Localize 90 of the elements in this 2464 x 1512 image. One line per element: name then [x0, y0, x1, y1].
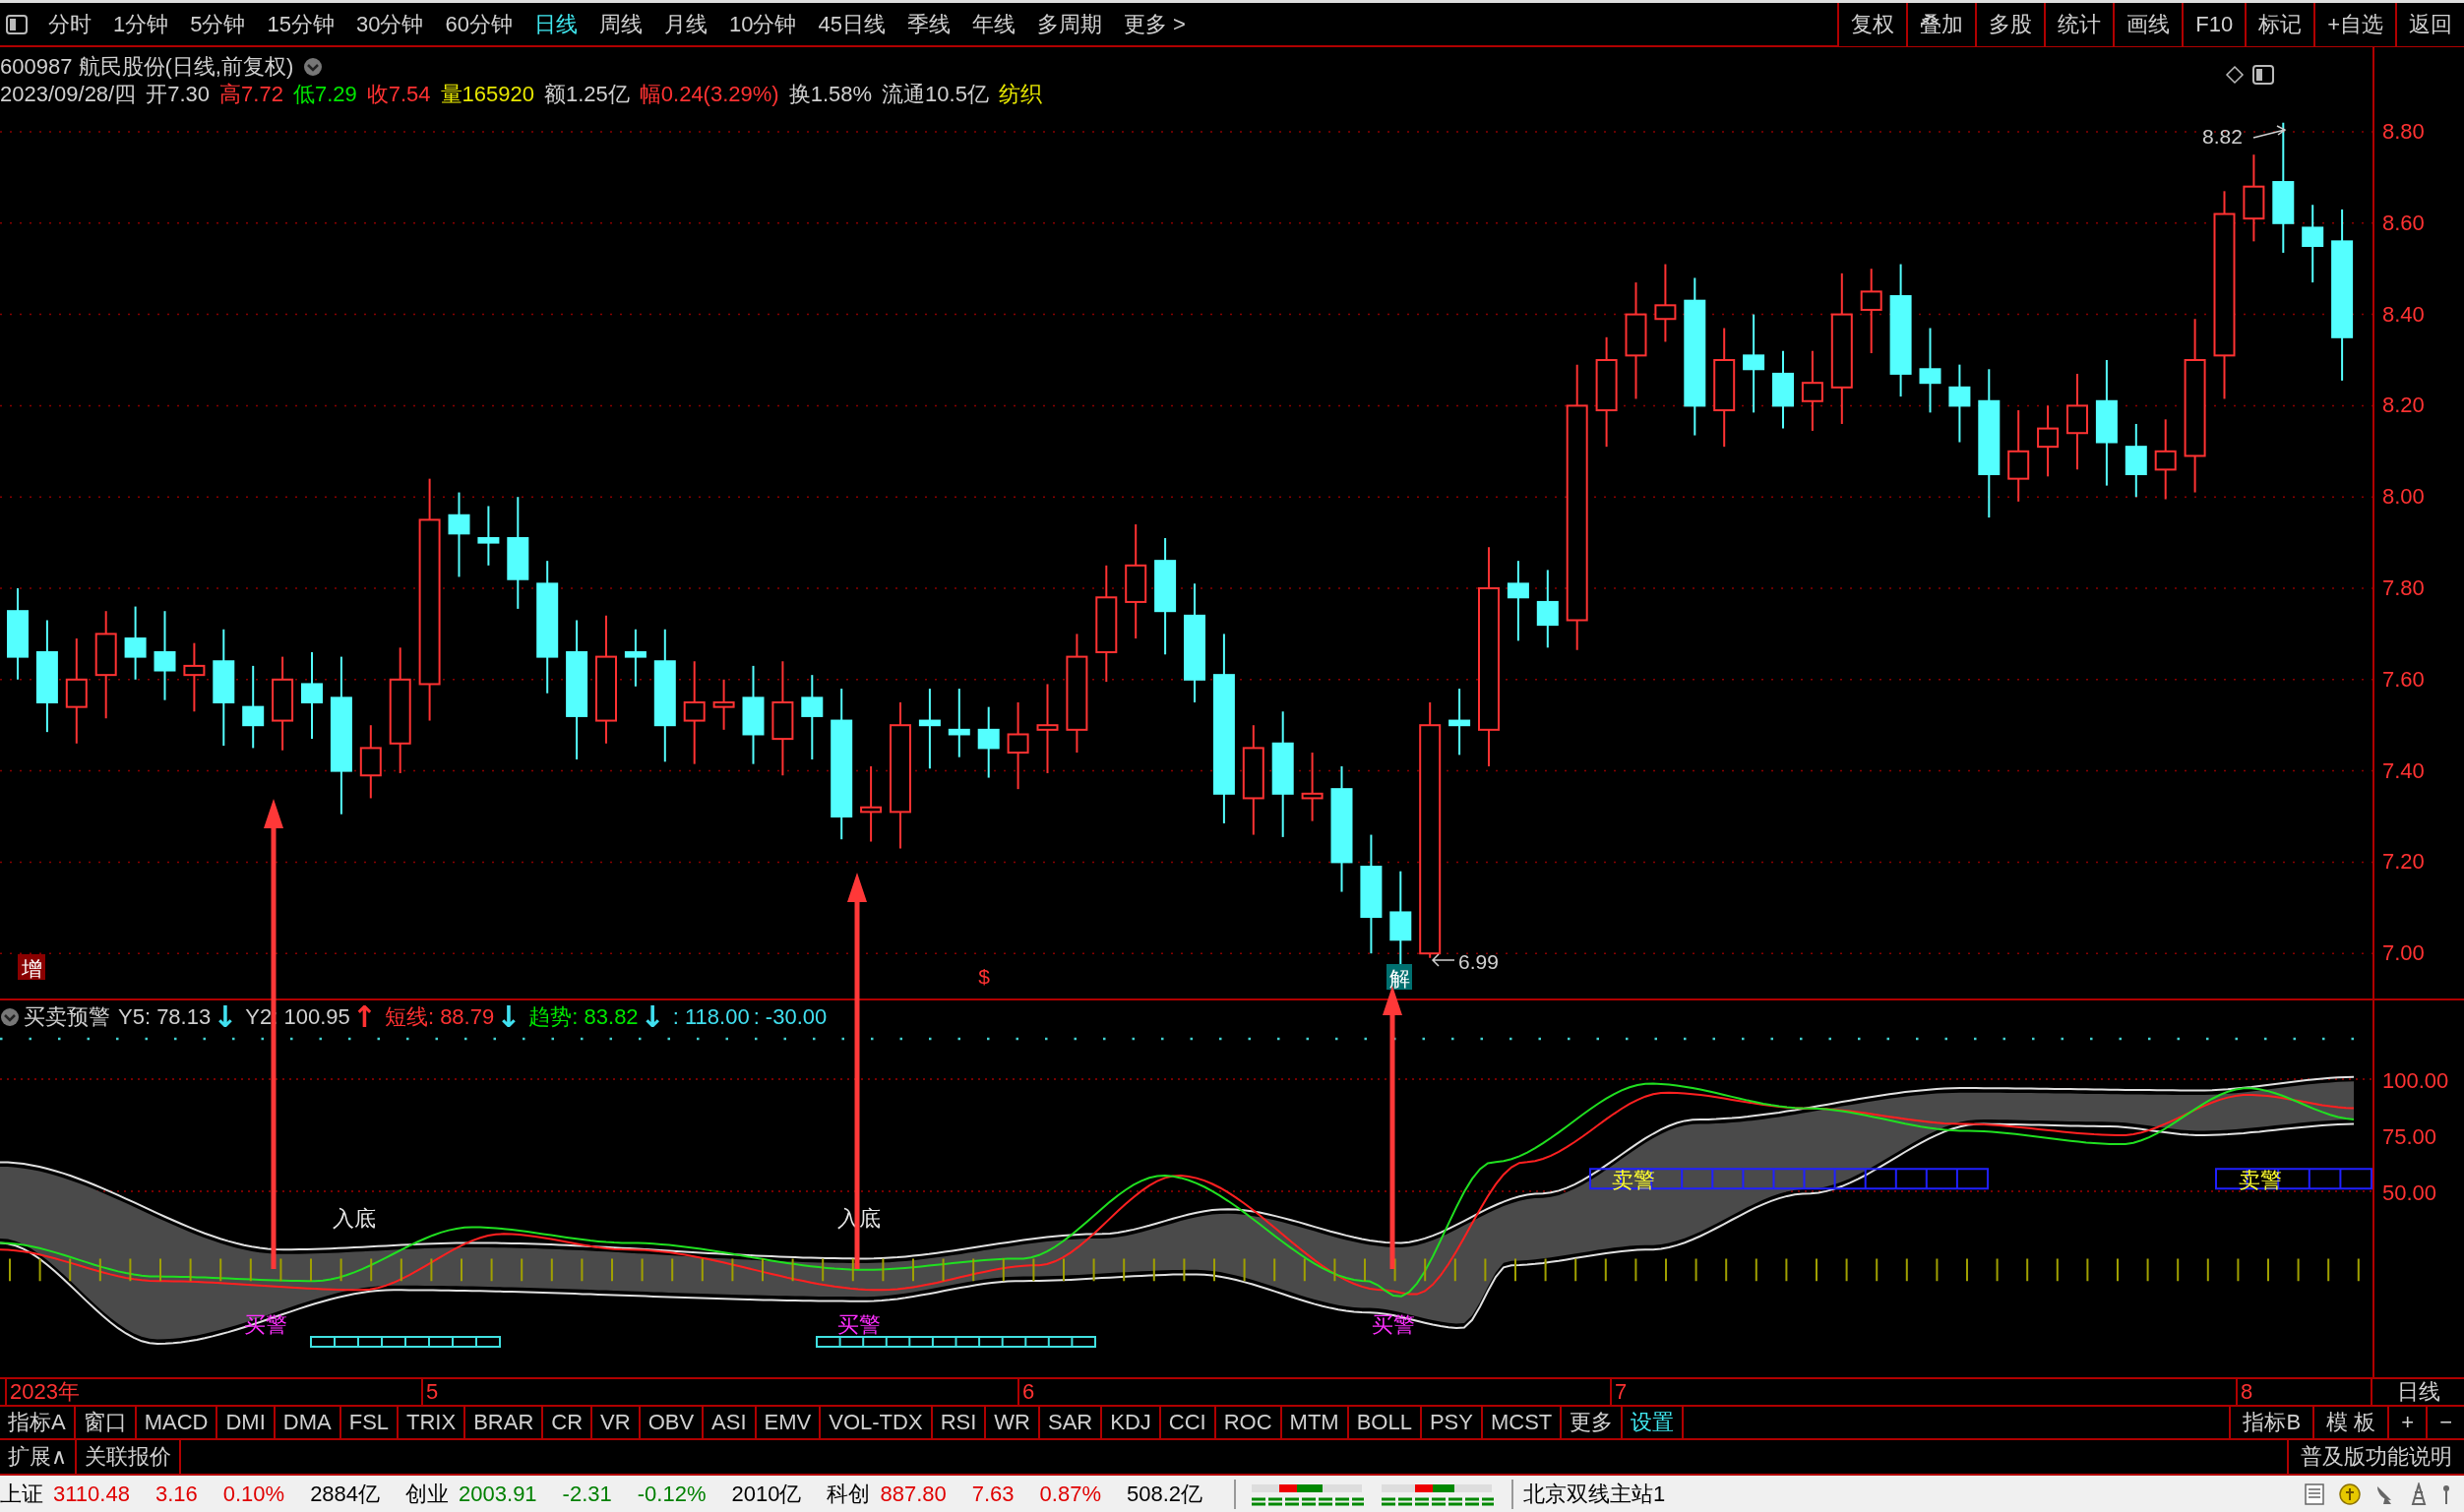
date-label: 2023年	[5, 1379, 80, 1405]
date-label: 8	[2236, 1379, 2253, 1405]
date-label: 6	[1017, 1379, 1035, 1405]
coin-icon[interactable]	[2338, 1482, 2362, 1506]
quote-field: 开7.30	[146, 80, 211, 109]
market-index-value: -2.31	[562, 1481, 612, 1507]
indicator-name: 买卖预警	[24, 1002, 110, 1031]
market-index-value: 0.10%	[222, 1481, 285, 1507]
price-axis-label: 7.40	[2382, 757, 2425, 784]
candlestick	[477, 505, 500, 567]
toolbar-button[interactable]: 统计	[2044, 2, 2114, 46]
market-index-value: 3.16	[154, 1481, 198, 1507]
price-axis-label: 8.00	[2382, 484, 2425, 511]
signal-label: 买警	[1372, 1312, 1415, 1337]
market-index-value: 887.80	[880, 1481, 947, 1507]
price-axis-label: 8.80	[2382, 119, 2425, 145]
candlestick	[624, 628, 647, 688]
panel-toggle-icon[interactable]	[2252, 65, 2274, 85]
signal-label: 买警	[837, 1312, 881, 1337]
market-index-value: 2003.91	[459, 1481, 537, 1507]
signal-label: 入底	[333, 1206, 376, 1231]
market-index-value: 创业	[405, 1480, 450, 1508]
quote-field: 高7.72	[219, 80, 283, 109]
indicator-axis-label: 100.00	[2382, 1068, 2449, 1094]
indicator-value: 短线: 88.79	[384, 1002, 495, 1031]
date-label: 7	[1610, 1379, 1628, 1405]
quote-field: 量165920	[440, 80, 534, 109]
market-index-value: 2884亿	[310, 1480, 381, 1508]
chevron-down-icon[interactable]	[303, 57, 324, 77]
toolbar-button[interactable]: 画线	[2113, 2, 2183, 46]
market-index-value: 7.63	[971, 1481, 1015, 1507]
price-axis-label: 8.60	[2382, 210, 2425, 236]
stock-title: 600987 航民股份(日线,前复权)	[0, 53, 294, 81]
candlestick	[1448, 688, 1471, 756]
quote-field: 低7.29	[292, 80, 357, 109]
indicator-value: : -30.00	[753, 1003, 828, 1030]
price-axis-label: 8.40	[2382, 301, 2425, 328]
toolbar-button[interactable]: 叠加	[1906, 2, 1976, 46]
server-name: 北京双线主站1	[1523, 1480, 1666, 1508]
market-index-value: 上证	[0, 1480, 43, 1508]
trend-arrow: ↓	[213, 1001, 238, 1032]
period-label: 日线	[2396, 1378, 2440, 1406]
indicator-value: Y5: 78.13	[118, 1003, 212, 1030]
market-index-value: 0.87%	[1039, 1481, 1101, 1507]
price-axis-label: 7.60	[2382, 666, 2425, 693]
chevron-down-icon[interactable]	[0, 1006, 20, 1027]
toolbar-button[interactable]: 复权	[1837, 2, 1907, 46]
toolbar-button[interactable]: +自选	[2313, 2, 2395, 46]
quote-field: 收7.54	[366, 80, 431, 109]
candlestick	[1301, 752, 1324, 822]
indicator-axis-label: 75.00	[2382, 1124, 2437, 1150]
quote-field: 幅0.24(3.29%)	[639, 80, 779, 109]
chart-marker: $	[978, 965, 990, 988]
toolbar-button[interactable]: 多股	[1975, 2, 2045, 46]
quote-field: 流通10.5亿	[882, 80, 989, 109]
chart-marker: 增	[18, 954, 45, 980]
indicator-value: 趋势: 83.82	[528, 1002, 639, 1031]
date-label: 5	[421, 1379, 439, 1405]
market-index-value: 3110.48	[53, 1481, 130, 1507]
diamond-icon[interactable]	[2225, 65, 2245, 85]
toolbar-button[interactable]: 返回	[2395, 2, 2464, 46]
market-index-value: -0.12%	[637, 1481, 707, 1507]
chart-marker: 解	[1386, 964, 1412, 990]
quote-field: 换1.58%	[788, 80, 873, 109]
toolbar-button[interactable]: 标记	[2245, 2, 2314, 46]
trend-arrow: ↑	[351, 1001, 377, 1032]
document-icon[interactable]	[2303, 1482, 2326, 1506]
quote-field: 2023/09/28/四	[0, 80, 137, 109]
toolbar-button[interactable]: F10	[2182, 2, 2246, 46]
price-axis-label: 8.20	[2382, 393, 2425, 419]
low-price-label: 6.99	[1458, 950, 1499, 973]
indicator-axis-label: 50.00	[2382, 1180, 2437, 1206]
high-price-label: 8.82	[2202, 125, 2243, 148]
pointer-arrow-icon	[2252, 125, 2287, 139]
trend-arrow: ↓	[496, 1001, 522, 1032]
candlestick	[948, 688, 970, 758]
market-index-value: 科创	[827, 1480, 871, 1508]
panel-toggle-icon[interactable]	[6, 14, 28, 34]
tower-icon[interactable]	[2409, 1482, 2429, 1506]
quote-field: 额1.25亿	[543, 80, 630, 109]
trend-arrow: ↓	[640, 1001, 665, 1032]
price-axis-label: 7.80	[2382, 575, 2425, 601]
indicator-value: : 118.00	[672, 1003, 750, 1030]
price-axis-label: 7.00	[2382, 940, 2425, 967]
candlestick	[712, 678, 735, 731]
market-index-value: 508.2亿	[1126, 1480, 1202, 1508]
market-index-value: 2010亿	[731, 1480, 802, 1508]
quote-field: 纺织	[998, 80, 1042, 109]
price-axis-label: 7.20	[2382, 849, 2425, 876]
pointer-arrow-icon	[1431, 953, 1455, 967]
